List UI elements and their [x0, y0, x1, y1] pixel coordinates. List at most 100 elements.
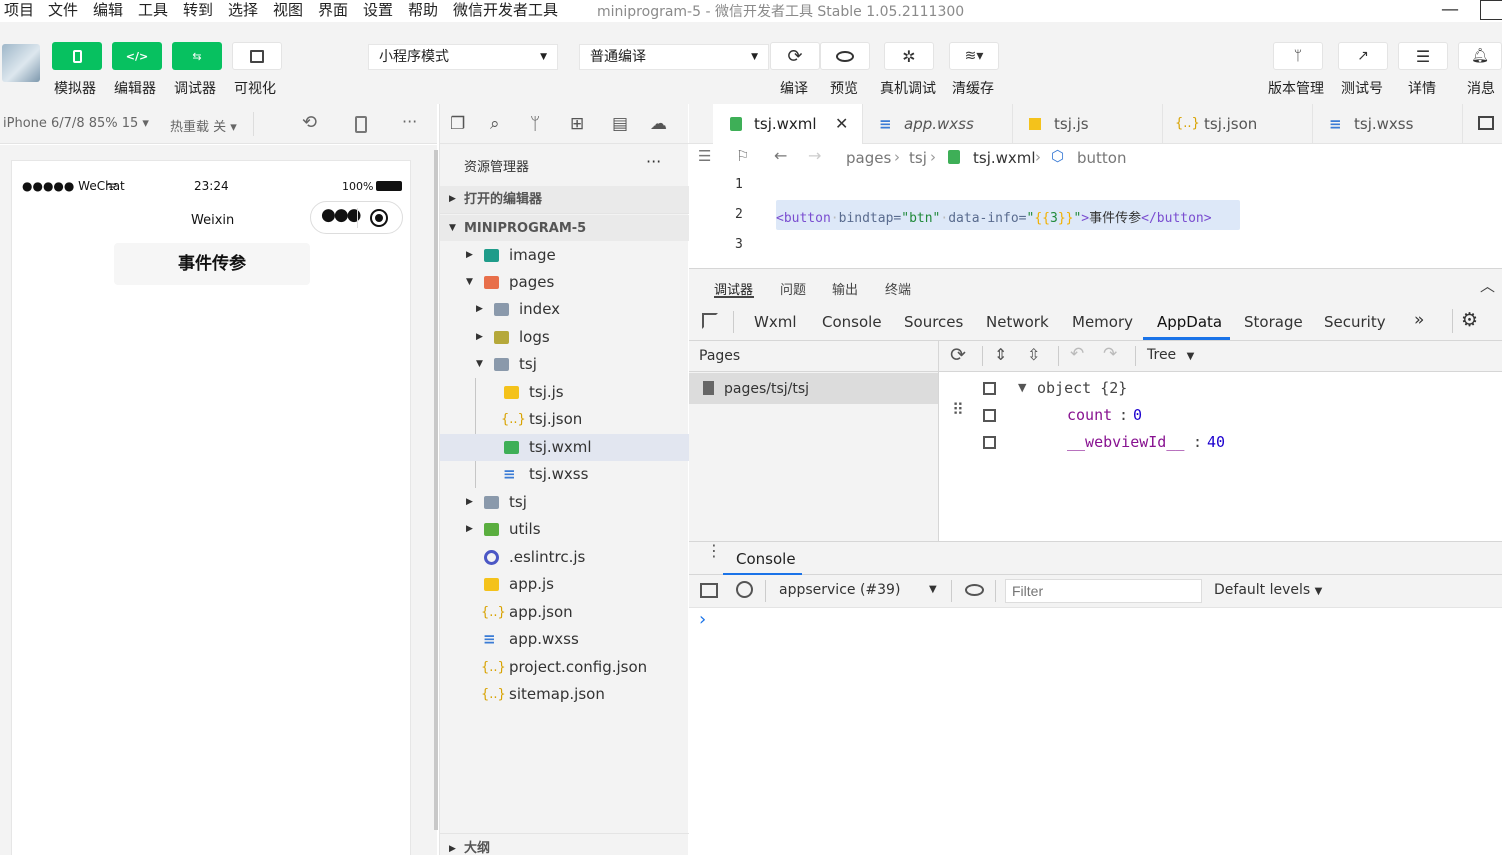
docker-icon[interactable]: ☁ [650, 114, 667, 134]
tab-tsj-wxml[interactable]: tsj.wxml ✕ [713, 104, 863, 144]
breadcrumb-item[interactable]: tsj.wxml [973, 149, 1036, 167]
explorer-more-icon[interactable]: ··· [646, 152, 661, 171]
test-account-button[interactable]: ↗ [1338, 42, 1388, 70]
git-icon[interactable]: ᛘ [530, 114, 540, 134]
visual-toggle-button[interactable] [232, 42, 282, 70]
gear-icon[interactable]: ⚙ [1461, 309, 1478, 331]
files-icon[interactable]: ❐ [450, 114, 465, 134]
menu-edit[interactable]: 编辑 [93, 0, 123, 20]
bookmark-icon[interactable]: ⚐ [736, 147, 749, 165]
preview-button[interactable] [820, 42, 870, 70]
devtools-tab-console[interactable]: Console [822, 313, 882, 331]
breadcrumb-item[interactable]: pages [846, 149, 891, 167]
open-editors-section[interactable]: ▶ 打开的编辑器 [440, 186, 689, 214]
devtools-tab-appdata[interactable]: AppData [1157, 313, 1222, 331]
undo-icon[interactable]: ↶ [1070, 344, 1084, 364]
tree-file-project-config[interactable]: {..} project.config.json [440, 654, 689, 681]
tab-app-wxss[interactable]: ≡ app.wxss [863, 104, 1013, 144]
code-editor[interactable]: 1 2 3 <button·bindtap="btn"·data-info="{… [689, 171, 1502, 268]
chevron-down-icon[interactable]: ▼ [929, 584, 937, 595]
debugger-toggle-button[interactable]: ⇆ [172, 42, 222, 70]
forward-arrow-icon[interactable]: → [808, 146, 821, 165]
menu-wechat-devtools[interactable]: 微信开发者工具 [453, 0, 558, 20]
refresh-icon[interactable]: ⟳ [950, 344, 966, 366]
menu-tools[interactable]: 工具 [138, 0, 168, 20]
context-select[interactable]: appservice (#39) [779, 582, 900, 598]
more-dots-icon[interactable]: ●●● [321, 205, 361, 225]
simulator-splitter[interactable] [434, 150, 438, 830]
devtools-tab-network[interactable]: Network [986, 313, 1049, 331]
breadcrumb-item[interactable]: tsj [909, 149, 927, 167]
editor-toggle-button[interactable]: </> [112, 42, 162, 70]
close-miniprogram-icon[interactable] [370, 209, 388, 227]
tree-file-eslintrc[interactable]: .eslintrc.js [440, 544, 689, 571]
object-node-icon[interactable] [983, 382, 996, 395]
close-icon[interactable]: ✕ [835, 104, 848, 144]
compile-button[interactable]: ⟳ [770, 42, 820, 70]
levels-select[interactable]: Default levels ▼ [1214, 582, 1322, 598]
tree-folder-tsj-2[interactable]: ▶ tsj [440, 489, 689, 516]
more-tabs-icon[interactable]: » [1414, 310, 1424, 330]
menu-project[interactable]: 项目 [4, 0, 34, 20]
devtools-tab-storage[interactable]: Storage [1244, 313, 1303, 331]
back-arrow-icon[interactable]: ← [774, 146, 787, 165]
tree-file-tsj-wxss[interactable]: ≡ tsj.wxss [440, 461, 689, 488]
tree-folder-logs[interactable]: ▶ logs [440, 324, 689, 351]
mode-select[interactable]: 小程序模式 ▼ [368, 44, 558, 70]
sidebar-toggle-icon[interactable] [700, 583, 718, 598]
page-item[interactable]: pages/tsj/tsj [689, 373, 938, 404]
event-param-button[interactable]: 事件传参 [114, 243, 310, 285]
maximize-icon[interactable] [1480, 0, 1502, 20]
inspect-icon[interactable] [702, 313, 718, 329]
menu-file[interactable]: 文件 [48, 0, 78, 20]
tree-folder-utils[interactable]: ▶ utils [440, 516, 689, 543]
menu-view[interactable]: 视图 [273, 0, 303, 20]
redo-icon[interactable]: ↷ [1103, 344, 1117, 364]
search-icon[interactable]: ⌕ [490, 114, 500, 134]
capsule-button[interactable]: ●●● [310, 201, 403, 234]
tree-file-tsj-json[interactable]: {..} tsj.json [440, 406, 689, 433]
tree-file-tsj-wxml[interactable]: tsj.wxml [440, 434, 689, 461]
menu-interface[interactable]: 界面 [318, 0, 348, 20]
details-button[interactable]: ☰ [1398, 42, 1448, 70]
simulator-toggle-button[interactable] [52, 42, 102, 70]
menu-select[interactable]: 选择 [228, 0, 258, 20]
tab-tsj-js[interactable]: tsj.js [1013, 104, 1163, 144]
field-value[interactable]: 40 [1207, 433, 1225, 451]
menu-goto[interactable]: 转到 [183, 0, 213, 20]
tab-tsj-wxss[interactable]: ≡ tsj.wxss [1313, 104, 1463, 144]
clear-cache-button[interactable]: ≋▾ [949, 42, 999, 70]
more-icon[interactable]: ··· [402, 112, 417, 131]
minimize-icon[interactable]: — [1441, 0, 1459, 20]
hot-reload-select[interactable]: 热重载 关 ▾ [170, 116, 237, 135]
database-icon[interactable]: ▤ [612, 114, 628, 134]
clear-console-icon[interactable] [736, 581, 753, 598]
caret-down-icon[interactable]: ▼ [1018, 381, 1026, 394]
drawer-menu-icon[interactable]: ⋮ [706, 543, 722, 559]
device-select[interactable]: iPhone 6/7/8 85% 15 ▾ [3, 116, 149, 131]
drag-handle-icon[interactable]: ⠿ [952, 402, 964, 418]
devtools-tab-memory[interactable]: Memory [1072, 313, 1133, 331]
panel-tab-output[interactable]: 输出 [832, 279, 858, 298]
list-icon[interactable]: ☰ [698, 147, 711, 165]
tree-file-sitemap[interactable]: {..} sitemap.json [440, 681, 689, 708]
panel-tab-problems[interactable]: 问题 [780, 279, 806, 298]
phone-frame-icon[interactable] [355, 116, 367, 133]
tree-file-app-wxss[interactable]: ≡ app.wxss [440, 626, 689, 653]
collapse-all-icon[interactable]: ⇳ [1027, 345, 1040, 364]
outline-section[interactable]: ▶ 大纲 [440, 833, 689, 855]
project-section[interactable]: ▼ MINIPROGRAM-5 [440, 215, 689, 241]
eye-icon[interactable] [965, 584, 984, 596]
extensions-icon[interactable]: ⊞ [570, 114, 584, 134]
breadcrumb-item[interactable]: button [1077, 149, 1126, 167]
panel-tab-terminal[interactable]: 终端 [885, 279, 911, 298]
remote-debug-button[interactable]: ✲ [884, 42, 934, 70]
field-node-icon[interactable] [983, 436, 996, 449]
devtools-tab-wxml[interactable]: Wxml [754, 313, 797, 331]
menu-settings[interactable]: 设置 [363, 0, 393, 20]
avatar[interactable] [2, 44, 40, 82]
tree-folder-index[interactable]: ▶ index [440, 296, 689, 323]
tree-folder-pages[interactable]: ▼ pages [440, 269, 689, 296]
tree-file-app-js[interactable]: app.js [440, 571, 689, 598]
filter-input[interactable] [1005, 579, 1202, 603]
